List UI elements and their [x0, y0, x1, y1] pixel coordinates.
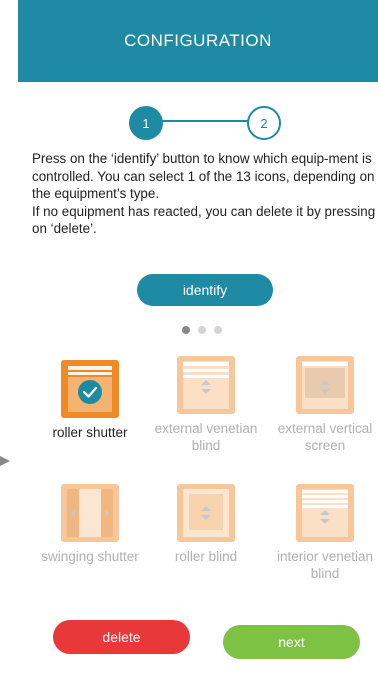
- roller-shutter-icon: [61, 360, 119, 418]
- page-dot-1[interactable]: [182, 326, 190, 334]
- equipment-option-roller-blind[interactable]: roller blind: [144, 484, 268, 565]
- instructions-text-2: If no equipment has reacted, you can del…: [32, 203, 376, 237]
- equipment-label: swinging shutter: [41, 549, 139, 564]
- stepper: 1 2: [0, 103, 378, 140]
- page-dot-3[interactable]: [214, 326, 222, 334]
- equipment-option-roller-shutter[interactable]: roller shutter: [28, 360, 152, 441]
- header-bar: CONFIGURATION: [18, 0, 378, 82]
- external-venetian-blind-icon: [177, 356, 235, 414]
- next-button[interactable]: next: [223, 625, 360, 659]
- equipment-option-interior-venetian-blind[interactable]: interior venetian blind: [263, 484, 378, 582]
- equipment-label: interior venetian blind: [276, 549, 374, 581]
- swinging-shutter-icon: [61, 484, 119, 542]
- equipment-option-external-venetian-blind[interactable]: external venetian blind: [144, 356, 268, 454]
- page-title: CONFIGURATION: [124, 31, 272, 50]
- left-arrow-icon: [0, 456, 10, 466]
- step-1: 1: [129, 106, 163, 140]
- instructions-text-1: Press on the ‘identify’ button to know w…: [32, 151, 375, 201]
- page-dot-2[interactable]: [198, 326, 206, 334]
- roller-blind-icon: [177, 484, 235, 542]
- equipment-option-swinging-shutter[interactable]: swinging shutter: [28, 484, 152, 565]
- equipment-label: external venetian blind: [154, 421, 258, 453]
- instructions: Press on the ‘identify’ button to know w…: [32, 150, 376, 238]
- delete-button[interactable]: delete: [53, 620, 190, 654]
- external-vertical-screen-icon: [296, 356, 354, 414]
- interior-venetian-blind-icon: [296, 484, 354, 542]
- identify-button[interactable]: identify: [137, 274, 273, 306]
- equipment-label: roller blind: [174, 549, 238, 564]
- step-2: 2: [247, 106, 281, 140]
- equipment-option-external-vertical-screen[interactable]: external vertical screen: [263, 356, 378, 454]
- equipment-label: roller shutter: [52, 425, 128, 440]
- pagination-dots: [182, 326, 222, 334]
- equipment-label: external vertical screen: [277, 421, 373, 453]
- stepper-connector: [160, 120, 250, 122]
